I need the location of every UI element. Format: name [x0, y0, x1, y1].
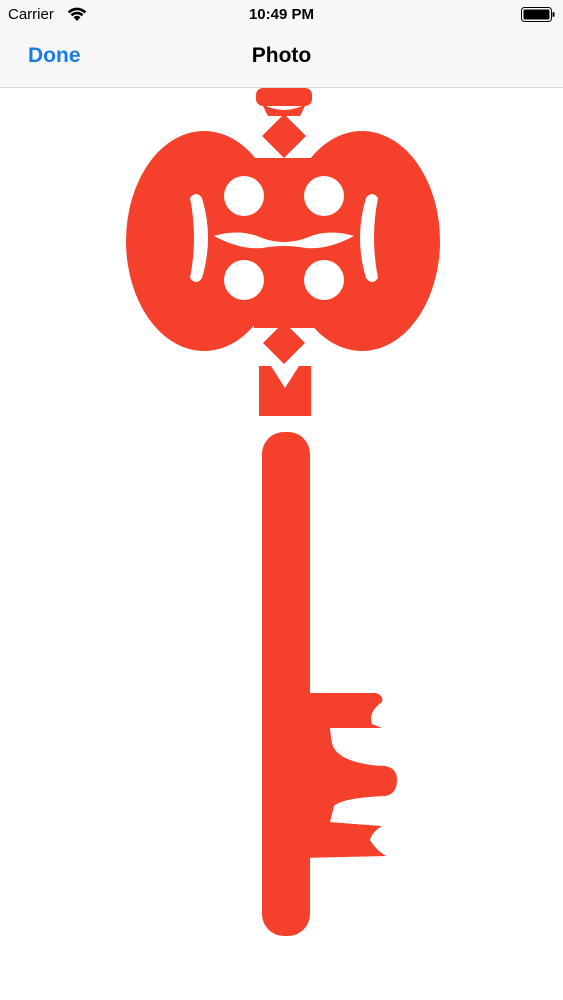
page-title: Photo	[251, 44, 312, 67]
photo-viewer[interactable]	[0, 88, 563, 1000]
status-bar: Carrier 10:49 PM	[0, 0, 563, 30]
screen: Carrier 10:49 PM Done Photo	[0, 0, 563, 1000]
battery-icon	[521, 7, 555, 22]
status-time: 10:49 PM	[248, 6, 315, 23]
key-icon	[126, 88, 440, 936]
navigation-bar: Done Photo	[0, 30, 563, 88]
